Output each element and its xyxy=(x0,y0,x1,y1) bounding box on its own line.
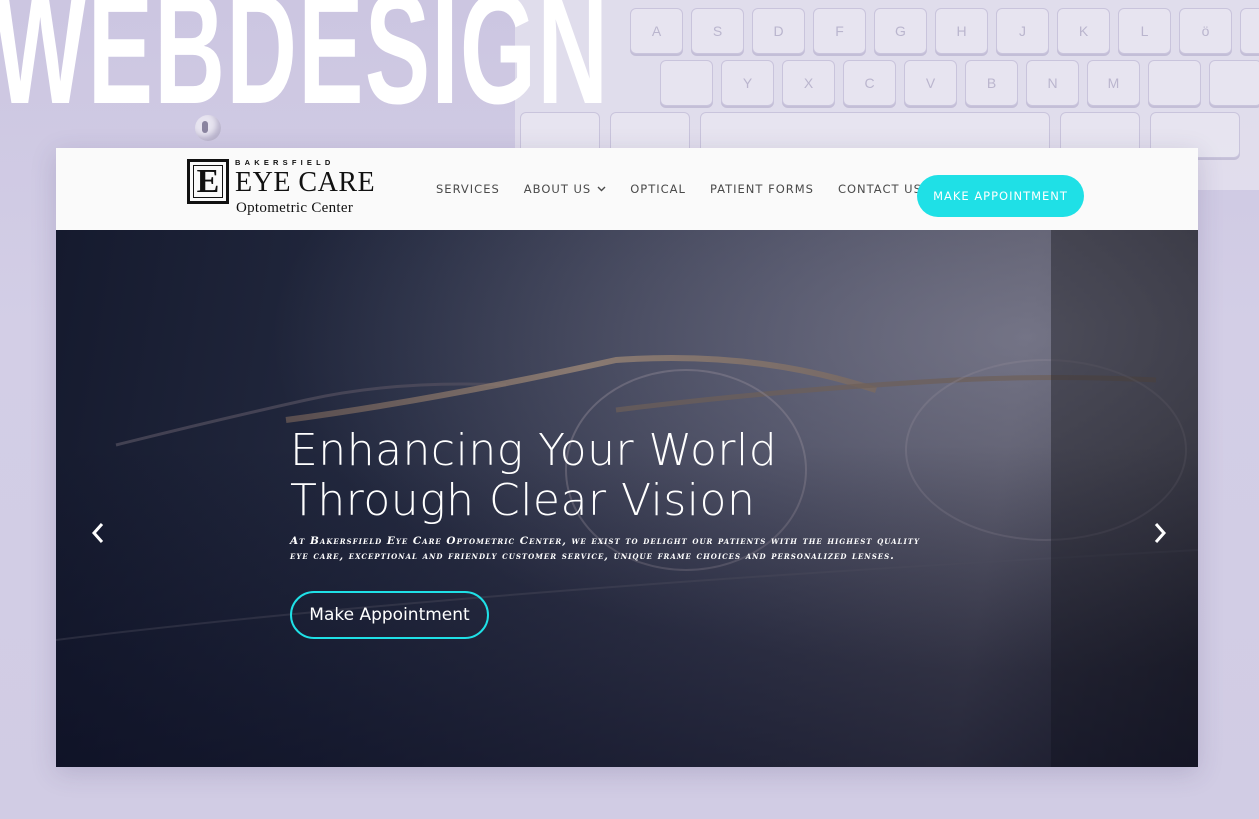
background-word: WEBDESIGN xyxy=(0,0,610,137)
keyboard-key: J xyxy=(996,8,1049,54)
make-appointment-hero-button[interactable]: Make Appointment xyxy=(290,591,489,639)
keyboard-key: L xyxy=(1118,8,1171,54)
keyboard-key: Y xyxy=(721,60,774,106)
chevron-left-icon xyxy=(91,523,104,543)
slider-next-arrow[interactable] xyxy=(1148,518,1172,548)
nav-item-optical[interactable]: OPTICAL xyxy=(630,182,686,196)
nav-item-label: SERVICES xyxy=(436,182,500,196)
nav-item-contact-us[interactable]: CONTACT US xyxy=(838,182,922,196)
make-appointment-header-button[interactable]: MAKE APPOINTMENT xyxy=(917,175,1084,217)
hero-title: Enhancing Your World Through Clear Visio… xyxy=(290,425,778,526)
keyboard-key: F xyxy=(813,8,866,54)
nav-item-label: CONTACT US xyxy=(837,182,922,196)
chevron-right-icon xyxy=(1154,523,1167,543)
keyboard-key: M xyxy=(1087,60,1140,106)
keyboard-key: D xyxy=(752,8,805,54)
keyboard-key: B xyxy=(965,60,1018,106)
hero-slider: Enhancing Your World Through Clear Visio… xyxy=(56,230,1198,767)
hero-description: At Bakersfield Eye Care Optometric Cente… xyxy=(290,535,920,562)
logo-mark: E xyxy=(187,159,229,204)
main-nav: SERVICES ABOUT US OPTICAL PATIENT FORMS … xyxy=(436,148,946,230)
site-header: E BAKERSFIELD EYE CARE Optometric Center… xyxy=(56,148,1198,230)
keyboard-key: S xyxy=(691,8,744,54)
keyboard-key xyxy=(1240,8,1259,54)
keyboard-key: N xyxy=(1026,60,1079,106)
nav-item-label: OPTICAL xyxy=(630,182,686,196)
keyboard-key: X xyxy=(782,60,835,106)
logo-mark-letter: E xyxy=(196,162,220,200)
keyboard-key: G xyxy=(874,8,927,54)
slider-prev-arrow[interactable] xyxy=(86,518,110,548)
nav-item-label: PATIENT FORMS xyxy=(709,182,814,196)
keyboard-key xyxy=(660,60,713,106)
logo-top-text: BAKERSFIELD xyxy=(235,158,335,167)
hero-content: Enhancing Your World Through Clear Visio… xyxy=(290,426,970,639)
chevron-down-icon xyxy=(597,186,606,192)
keyboard-key xyxy=(1209,60,1259,106)
nav-item-about-us[interactable]: ABOUT US xyxy=(524,182,606,196)
keyboard-key: C xyxy=(843,60,896,106)
keyboard-key: K xyxy=(1057,8,1110,54)
keyboard-key xyxy=(1148,60,1201,106)
site-logo[interactable]: E BAKERSFIELD EYE CARE Optometric Center xyxy=(187,158,375,218)
logo-main-text: EYE CARE xyxy=(235,167,376,198)
website-mockup: E BAKERSFIELD EYE CARE Optometric Center… xyxy=(56,148,1198,767)
keyboard-key: ö xyxy=(1179,8,1232,54)
keyboard-key: V xyxy=(904,60,957,106)
nav-item-label: ABOUT US xyxy=(523,182,592,196)
keyboard-key: H xyxy=(935,8,988,54)
keyboard-key: A xyxy=(630,8,683,54)
nav-item-patient-forms[interactable]: PATIENT FORMS xyxy=(710,182,814,196)
logo-sub-text: Optometric Center xyxy=(236,200,354,216)
nav-item-services[interactable]: SERVICES xyxy=(436,182,500,196)
